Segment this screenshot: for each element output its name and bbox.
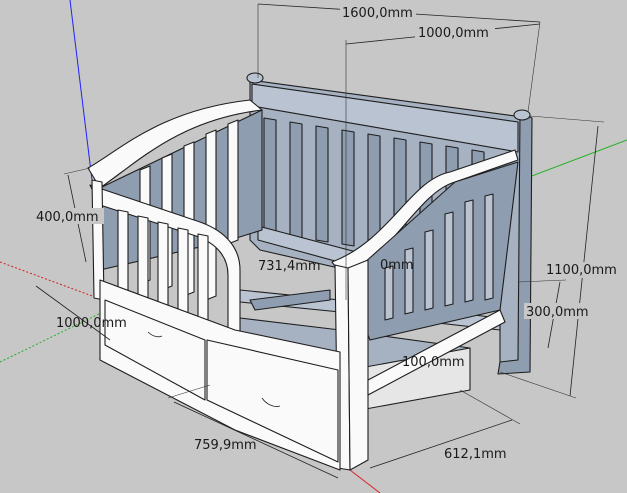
dim-drawer-height: 100,0mm bbox=[402, 355, 465, 370]
dim-arm-height: 400,0mm bbox=[36, 210, 99, 225]
dim-inner-small: 0mm bbox=[380, 258, 414, 273]
dim-inner-span: 731,4mm bbox=[258, 259, 321, 274]
red-axis-dotted bbox=[0, 261, 104, 301]
dim-total-height: 1100,0mm bbox=[546, 263, 617, 278]
dim-side-depth: 1000,0mm bbox=[56, 316, 127, 331]
dim-back-width: 1000,0mm bbox=[418, 26, 489, 41]
red-axis bbox=[349, 469, 381, 493]
dim-total-width: 1600,0mm bbox=[342, 6, 413, 21]
dim-drawer-width: 759,9mm bbox=[194, 438, 257, 453]
dim-drawer-depth: 612,1mm bbox=[444, 447, 507, 462]
dim-seat-height: 300,0mm bbox=[526, 305, 589, 320]
model-viewport[interactable]: 1600,0mm 1000,0mm 400,0mm 1000,0mm 1100,… bbox=[0, 0, 627, 493]
scene-canvas[interactable]: 1600,0mm 1000,0mm 400,0mm 1000,0mm 1100,… bbox=[0, 0, 627, 493]
